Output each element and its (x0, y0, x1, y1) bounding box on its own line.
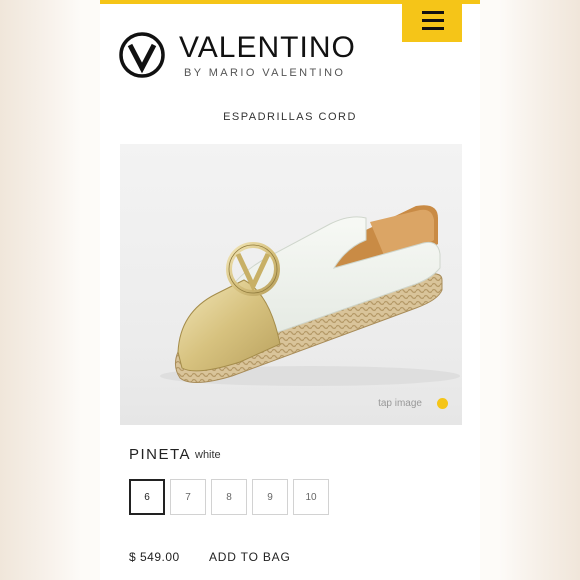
size-option-10[interactable]: 10 (293, 479, 329, 515)
mobile-page: VALENTINO BY MARIO VALENTINO ESPADRILLAS… (100, 0, 480, 580)
size-option-6[interactable]: 6 (129, 479, 165, 515)
product-color: white (195, 449, 221, 461)
brand-name: VALENTINO (179, 31, 356, 64)
add-to-bag-button[interactable]: ADD TO BAG (209, 550, 291, 564)
tap-indicator-icon[interactable] (437, 398, 448, 409)
size-option-8[interactable]: 8 (211, 479, 247, 515)
valentino-v-logo-icon (119, 32, 165, 78)
size-selector: 6 7 8 9 10 (129, 479, 329, 515)
espadrille-shoe-image (160, 205, 460, 386)
tap-image-hint: tap image (378, 398, 422, 409)
brand-logo[interactable]: VALENTINO BY MARIO VALENTINO (118, 30, 378, 82)
category-title: ESPADRILLAS CORD (223, 111, 357, 123)
hamburger-menu-icon (422, 11, 444, 14)
product-name: PINETA (129, 446, 192, 463)
product-price: $ 549.00 (129, 550, 180, 564)
size-option-7[interactable]: 7 (170, 479, 206, 515)
product-image[interactable]: tap image (120, 144, 462, 425)
brand-tagline: BY MARIO VALENTINO (184, 67, 346, 79)
menu-button[interactable] (402, 0, 462, 42)
size-option-9[interactable]: 9 (252, 479, 288, 515)
